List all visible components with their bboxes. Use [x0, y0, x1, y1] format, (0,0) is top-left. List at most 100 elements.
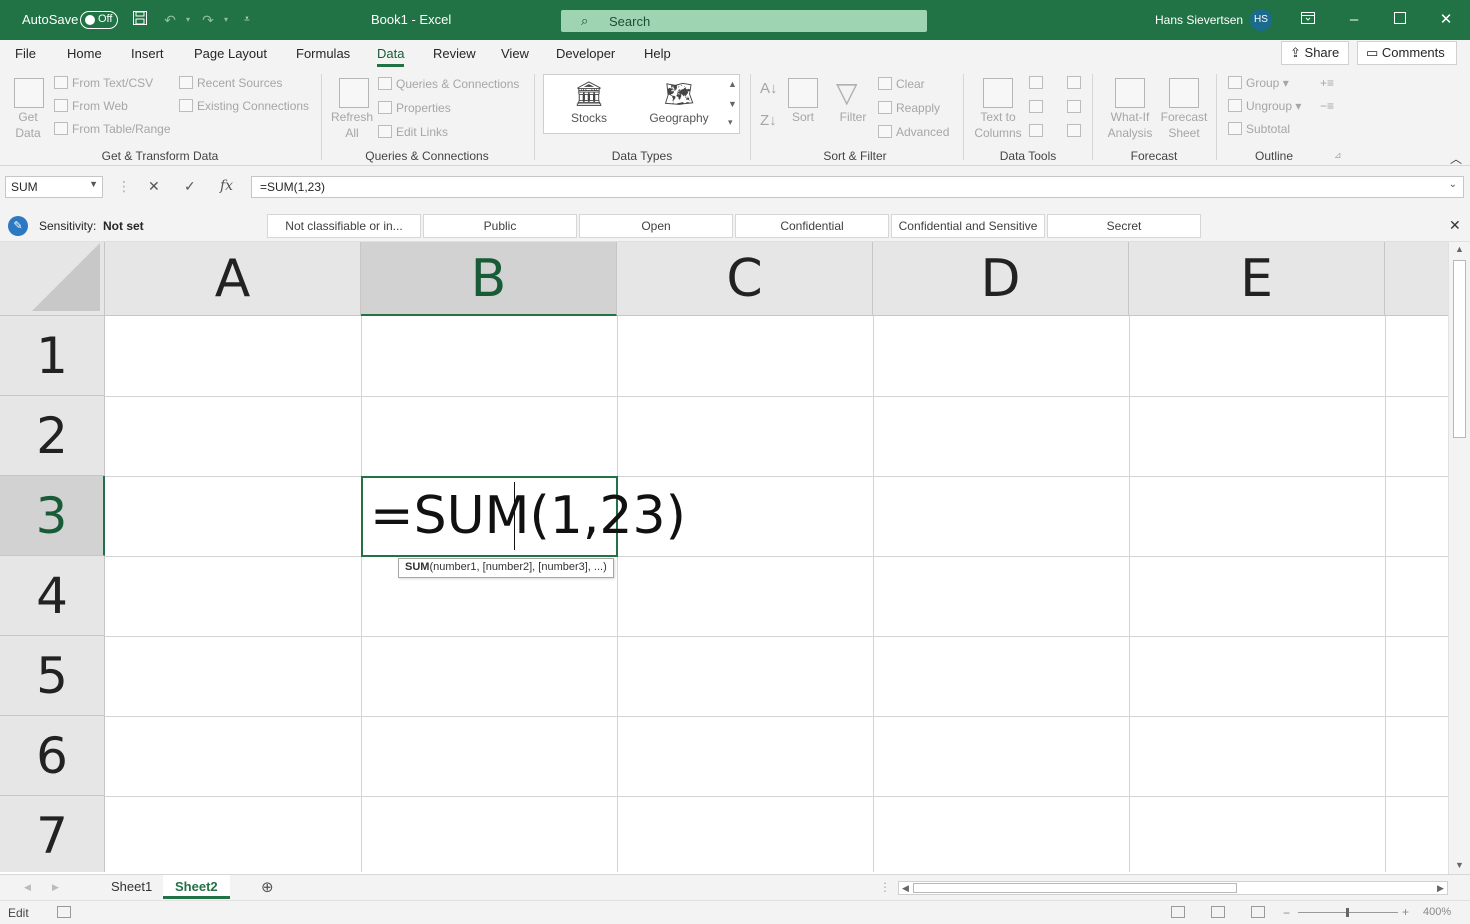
page-break-view-icon[interactable]: [1251, 906, 1265, 918]
tab-developer[interactable]: Developer: [556, 46, 615, 61]
active-cell-content[interactable]: =SUM(1,23): [370, 484, 686, 548]
redo-dropdown-icon[interactable]: ▾: [216, 10, 236, 30]
undo-dropdown-icon[interactable]: ▾: [178, 10, 198, 30]
tab-formulas[interactable]: Formulas: [296, 46, 350, 61]
customize-qat-icon[interactable]: ⩡: [237, 10, 257, 30]
sensitivity-option-public[interactable]: Public: [423, 214, 577, 238]
zoom-out-icon[interactable]: −: [1283, 906, 1290, 920]
row-header-6[interactable]: 6: [0, 716, 105, 796]
share-button[interactable]: ⇪ Share: [1281, 41, 1349, 65]
row-header-4[interactable]: 4: [0, 556, 105, 636]
filter-button[interactable]: Filter: [833, 109, 873, 125]
tab-review[interactable]: Review: [433, 46, 476, 61]
column-header-e[interactable]: E: [1129, 242, 1385, 316]
ungroup-button[interactable]: Ungroup ▾: [1228, 99, 1301, 113]
sort-button[interactable]: Sort: [783, 109, 823, 125]
comments-button[interactable]: ▭ Comments: [1357, 41, 1457, 65]
from-table-range-button[interactable]: From Table/Range: [54, 122, 171, 136]
chevron-down-icon[interactable]: ▼: [89, 179, 98, 189]
sensitivity-option-confidential[interactable]: Confidential: [735, 214, 889, 238]
tab-splitter-icon[interactable]: ⋮: [879, 880, 891, 894]
stocks-button[interactable]: 🏛 Stocks: [554, 79, 624, 125]
horizontal-scrollbar[interactable]: ◀ ▶: [898, 881, 1448, 895]
formula-input[interactable]: =SUM(1,23) ⌄: [251, 176, 1464, 198]
enter-icon[interactable]: ✓: [184, 178, 196, 195]
cancel-icon[interactable]: ✕: [148, 178, 160, 195]
reapply-button[interactable]: Reapply: [878, 101, 940, 115]
hide-detail-icon[interactable]: −≡: [1320, 99, 1334, 113]
existing-connections-button[interactable]: Existing Connections: [179, 99, 309, 113]
close-icon[interactable]: ✕: [1434, 8, 1458, 32]
scroll-left-icon[interactable]: ◀: [902, 883, 909, 894]
column-header-b[interactable]: B: [361, 242, 617, 316]
vertical-scrollbar[interactable]: ▲ ▼: [1448, 242, 1470, 874]
what-if-analysis-button[interactable]: What-If Analysis: [1100, 109, 1160, 141]
horizontal-scroll-thumb[interactable]: [913, 883, 1237, 893]
tab-view[interactable]: View: [501, 46, 529, 61]
get-data-button[interactable]: Get Data: [4, 109, 52, 141]
function-tooltip[interactable]: SUM(number1, [number2], [number3], ...): [398, 558, 614, 578]
tab-help[interactable]: Help: [644, 46, 671, 61]
minimize-icon[interactable]: –: [1342, 8, 1366, 32]
show-detail-icon[interactable]: +≡: [1320, 76, 1334, 90]
user-name[interactable]: Hans Sievertsen: [1155, 13, 1243, 27]
recent-sources-button[interactable]: Recent Sources: [179, 76, 282, 90]
prev-sheet-icon[interactable]: ◀: [24, 882, 31, 893]
from-web-button[interactable]: From Web: [54, 99, 128, 113]
macro-recording-icon[interactable]: [57, 906, 71, 918]
next-sheet-icon[interactable]: ▶: [52, 882, 59, 893]
expand-formula-icon[interactable]: ⌄: [1449, 179, 1457, 190]
zoom-in-icon[interactable]: +: [1402, 905, 1409, 919]
name-box[interactable]: SUM ▼: [5, 176, 103, 198]
normal-view-icon[interactable]: [1171, 906, 1185, 918]
row-header-3[interactable]: 3: [0, 476, 105, 556]
save-icon[interactable]: [130, 10, 150, 30]
scroll-down-icon[interactable]: ▼: [1455, 860, 1464, 870]
edit-links-button[interactable]: Edit Links: [378, 125, 448, 139]
tab-data[interactable]: Data: [377, 46, 405, 67]
autosave-toggle[interactable]: Off: [80, 11, 118, 29]
sort-ascending-icon[interactable]: A↓: [760, 80, 778, 97]
data-model-icon[interactable]: [1067, 124, 1085, 138]
tab-insert[interactable]: Insert: [131, 46, 164, 61]
sheet-tab-sheet2[interactable]: Sheet2: [163, 875, 230, 899]
data-validation-icon[interactable]: [1029, 124, 1047, 138]
row-header-7[interactable]: 7: [0, 796, 105, 872]
row-header-5[interactable]: 5: [0, 636, 105, 716]
queries-connections-button[interactable]: Queries & Connections: [378, 77, 519, 91]
from-text-csv-button[interactable]: From Text/CSV: [54, 76, 153, 90]
search-box[interactable]: ⌕ Search: [561, 10, 927, 32]
tab-page-layout[interactable]: Page Layout: [194, 46, 267, 61]
vertical-scroll-thumb[interactable]: [1453, 260, 1466, 438]
collapse-ribbon-icon[interactable]: ︿: [1450, 150, 1462, 167]
avatar[interactable]: HS: [1250, 9, 1272, 31]
column-header-c[interactable]: C: [617, 242, 873, 316]
sheet-tab-sheet1[interactable]: Sheet1: [99, 875, 164, 899]
advanced-button[interactable]: Advanced: [878, 125, 949, 139]
refresh-all-button[interactable]: Refresh All: [328, 109, 376, 141]
zoom-slider-knob[interactable]: [1346, 908, 1349, 917]
gallery-more-icon[interactable]: ▾: [728, 117, 733, 128]
gallery-up-icon[interactable]: ▲: [728, 79, 737, 89]
add-sheet-icon[interactable]: ⊕: [261, 878, 274, 896]
geography-button[interactable]: 🗺 Geography: [644, 79, 714, 125]
zoom-level[interactable]: 400%: [1423, 906, 1451, 918]
flash-fill-icon[interactable]: [1029, 76, 1047, 90]
sort-descending-icon[interactable]: Z↓: [760, 112, 777, 129]
sensitivity-option-secret[interactable]: Secret: [1047, 214, 1201, 238]
consolidate-icon[interactable]: [1067, 76, 1085, 90]
sensitivity-option-confidential-sensitive[interactable]: Confidential and Sensitive: [891, 214, 1045, 238]
clear-button[interactable]: Clear: [878, 77, 925, 91]
scroll-right-icon[interactable]: ▶: [1437, 883, 1444, 894]
row-header-2[interactable]: 2: [0, 396, 105, 476]
outline-settings-icon[interactable]: ⊿: [1334, 150, 1342, 161]
redo-icon[interactable]: ↷: [198, 10, 218, 30]
text-to-columns-button[interactable]: Text to Columns: [970, 109, 1026, 141]
subtotal-button[interactable]: Subtotal: [1228, 122, 1290, 136]
tooltip-function-name[interactable]: SUM: [405, 561, 429, 573]
worksheet-grid[interactable]: A B C D E 1 2 3 4 5 6 7 =SUM(1,23) SUM(n…: [0, 242, 1448, 872]
row-header-1[interactable]: 1: [0, 316, 105, 396]
group-button[interactable]: Group ▾: [1228, 76, 1289, 90]
ribbon-display-options-icon[interactable]: [1296, 8, 1320, 32]
undo-icon[interactable]: ↶: [160, 10, 180, 30]
